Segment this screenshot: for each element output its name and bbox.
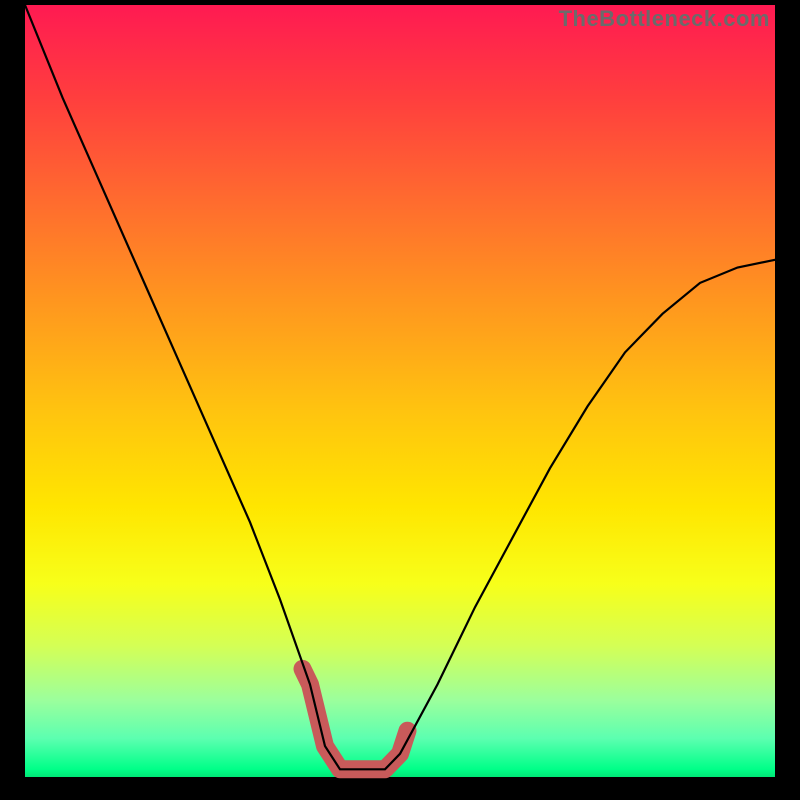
bottleneck-curve [25, 5, 775, 769]
chart-overlay [25, 5, 775, 777]
watermark-text: TheBottleneck.com [559, 6, 770, 32]
chart-frame: TheBottleneck.com [0, 0, 800, 800]
